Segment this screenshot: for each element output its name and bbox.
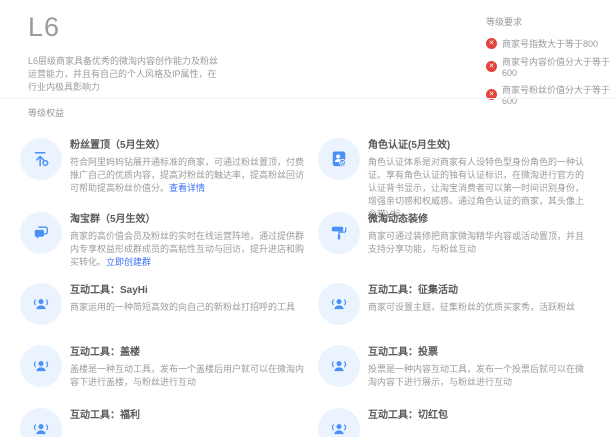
requirement-item: 商家号指数大于等于800	[486, 37, 612, 50]
level-requirements-panel: 等级要求 商家号指数大于等于800 商家号内容价值分大于等于600 商家号粉丝价…	[486, 15, 612, 111]
requirement-label: 商家号指数大于等于800	[502, 37, 598, 50]
benefit-card-taobao-group: 淘宝群（5月生效） 商家的高价值会员及粉丝的实时在线运营阵地，通过提供群内专享权…	[20, 212, 318, 283]
benefit-desc: 商家可设置主题，征集粉丝的优质买家秀，活跃粉丝	[368, 301, 590, 314]
benefit-title: 互动工具：盖楼	[70, 346, 308, 360]
benefit-desc: 商家的高价值会员及粉丝的实时在线运营阵地，通过提供群内专享权益形成群成员的高粘性…	[70, 230, 308, 269]
chat-bubbles-icon	[20, 212, 62, 254]
benefit-title: 互动工具：福利	[70, 409, 308, 423]
benefit-card-fans-pin: 粉丝置顶（5月生效） 符合阿里妈妈钻展开通标准的商家，可通过粉丝置顶，付费推广自…	[20, 138, 318, 212]
speaking-person-icon	[318, 283, 360, 325]
requirement-label: 商家号粉丝价值分大于等于600	[502, 83, 612, 106]
benefits-heading: 等级权益	[28, 106, 64, 119]
speaking-person-icon	[20, 345, 62, 387]
level-header: L6 L6层级商家具备优秀的微淘内容创作能力及粉丝运营能力，并且有自己的个人风格…	[28, 12, 220, 94]
speaking-person-icon	[318, 408, 360, 437]
benefit-desc-text: 商家运用的一种简短高效的向自己的新粉丝打招呼的工具	[70, 302, 295, 312]
benefit-card-weitao-decorate: 微淘动态装修 商家可通过装修把商家微淘精华内容或活动置顶，并且支持分享功能，与粉…	[318, 212, 600, 283]
create-group-link[interactable]: 立即创建群	[106, 257, 151, 267]
benefit-desc-text: 商家可设置主题，征集粉丝的优质买家秀，活跃粉丝	[368, 302, 575, 312]
benefit-desc-text: 角色认证体系是对商家有人设特色型身份角色的一种认证。享有角色认证的独有认证标识，…	[368, 157, 584, 219]
benefit-desc-text: 商家可通过装修把商家微淘精华内容或活动置顶，并且支持分享功能，与粉丝互动	[368, 231, 584, 254]
paint-roller-icon	[318, 212, 360, 254]
benefit-title: 互动工具：切红包	[368, 409, 590, 423]
benefit-title: 互动工具：SayHi	[70, 284, 308, 298]
pin-top-icon	[20, 138, 62, 180]
benefit-title: 粉丝置顶（5月生效）	[70, 139, 308, 153]
circle-x-icon	[486, 38, 497, 49]
requirement-item: 商家号粉丝价值分大于等于600	[486, 83, 612, 106]
benefit-desc-text: 投票是一种内容互动工具，发布一个投票后就可以在微淘内容下进行展示，与粉丝进行互动	[368, 364, 584, 387]
benefit-card-vote: 互动工具：投票 投票是一种内容互动工具，发布一个投票后就可以在微淘内容下进行展示…	[318, 345, 600, 408]
merchant-level-page: L6 L6层级商家具备优秀的微淘内容创作能力及粉丝运营能力，并且有自己的个人风格…	[0, 0, 616, 437]
benefit-desc-text: 盖楼是一种互动工具，发布一个盖楼后用户就可以在微淘内容下进行盖楼，与粉丝进行互动	[70, 364, 304, 387]
requirements-heading: 等级要求	[486, 15, 612, 28]
benefit-card-fuli: 互动工具：福利	[20, 408, 318, 437]
speaking-person-icon	[20, 283, 62, 325]
benefit-card-role-cert: 角色认证(5月生效) 角色认证体系是对商家有人设特色型身份角色的一种认证。享有角…	[318, 138, 600, 212]
benefits-grid: 粉丝置顶（5月生效） 符合阿里妈妈钻展开通标准的商家，可通过粉丝置顶，付费推广自…	[20, 138, 608, 437]
page-title: L6	[28, 12, 220, 43]
benefit-desc: 符合阿里妈妈钻展开通标准的商家，可通过粉丝置顶，付费推广自己的优质内容，提高对粉…	[70, 156, 308, 195]
benefit-title: 微淘动态装修	[368, 213, 590, 227]
view-details-link[interactable]: 查看详情	[169, 183, 205, 193]
benefit-title: 淘宝群（5月生效）	[70, 213, 308, 227]
benefit-desc: 商家可通过装修把商家微淘精华内容或活动置顶，并且支持分享功能，与粉丝互动	[368, 230, 590, 256]
benefit-title: 角色认证(5月生效)	[368, 139, 590, 153]
benefit-card-sayhi: 互动工具：SayHi 商家运用的一种简短高效的向自己的新粉丝打招呼的工具	[20, 283, 318, 345]
section-divider	[0, 98, 616, 99]
benefit-card-red-packet: 互动工具：切红包	[318, 408, 600, 437]
requirement-label: 商家号内容价值分大于等于600	[502, 55, 612, 78]
benefit-desc: 商家运用的一种简短高效的向自己的新粉丝打招呼的工具	[70, 301, 308, 314]
circle-x-icon	[486, 61, 497, 72]
benefit-desc: 盖楼是一种互动工具，发布一个盖楼后用户就可以在微淘内容下进行盖楼，与粉丝进行互动	[70, 363, 308, 389]
benefit-title: 互动工具：征集活动	[368, 284, 590, 298]
level-description: L6层级商家具备优秀的微淘内容创作能力及粉丝运营能力，并且有自己的个人风格及IP…	[28, 55, 220, 94]
benefit-card-gailou: 互动工具：盖楼 盖楼是一种互动工具，发布一个盖楼后用户就可以在微淘内容下进行盖楼…	[20, 345, 318, 408]
speaking-person-icon	[318, 345, 360, 387]
benefit-card-collect-activity: 互动工具：征集活动 商家可设置主题，征集粉丝的优质买家秀，活跃粉丝	[318, 283, 600, 345]
benefit-desc: 投票是一种内容互动工具，发布一个投票后就可以在微淘内容下进行展示，与粉丝进行互动	[368, 363, 590, 389]
id-badge-icon	[318, 138, 360, 180]
requirement-item: 商家号内容价值分大于等于600	[486, 55, 612, 78]
speaking-person-icon	[20, 408, 62, 437]
benefit-title: 互动工具：投票	[368, 346, 590, 360]
